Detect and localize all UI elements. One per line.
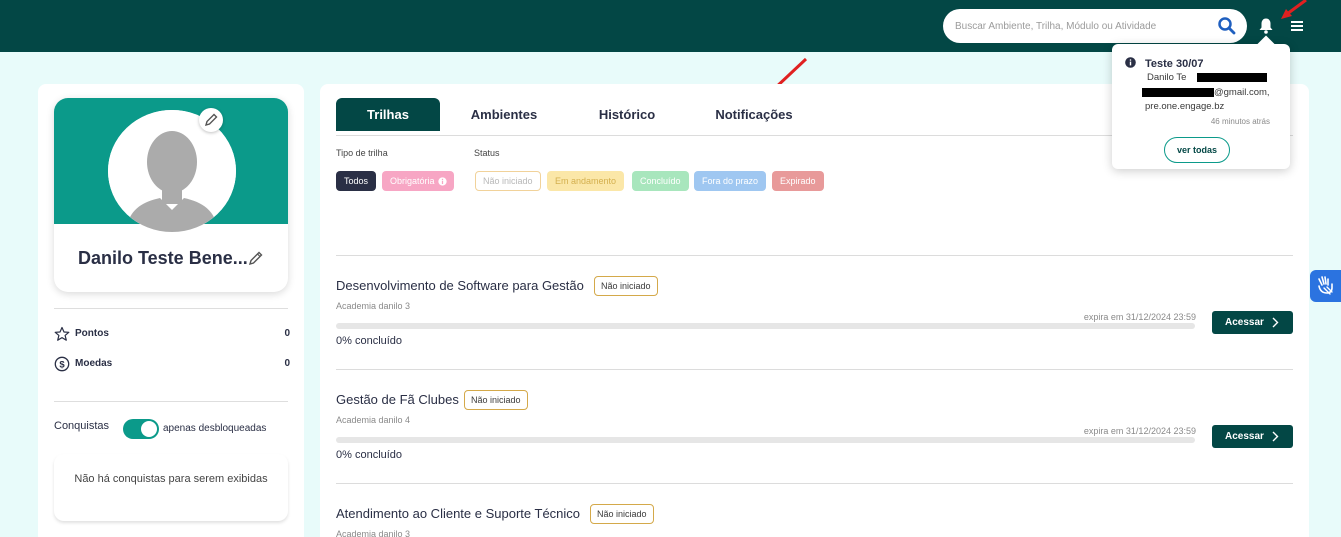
trail-type-title: Tipo de trilha xyxy=(336,148,388,158)
access-button-label: Acessar xyxy=(1225,317,1264,328)
chevron-right-icon xyxy=(1272,431,1279,442)
progress-label: 0% concluído xyxy=(336,335,403,347)
dollar-coin-icon: $ xyxy=(54,356,70,372)
chevron-right-icon xyxy=(1272,317,1279,328)
star-icon xyxy=(54,326,70,341)
filter-chip-em-andamento[interactable]: Em andamento xyxy=(547,171,625,191)
notification-text: pre.one.engage.bz xyxy=(1145,101,1225,112)
redacted-block xyxy=(1197,73,1267,82)
see-all-button[interactable]: ver todas xyxy=(1164,137,1230,163)
access-button[interactable]: Acessar xyxy=(1212,311,1293,334)
svg-text:$: $ xyxy=(59,360,65,371)
achievements-empty-message: Não há conquistas para serem exibidas xyxy=(74,473,268,485)
filter-chip-concluido[interactable]: Concluído xyxy=(632,171,689,191)
course-item: Gestão de Fã Clubes Não iniciado Academi… xyxy=(336,384,1293,494)
profile-sidebar: Danilo Teste Bene... Pontos 0 $ Moedas 0… xyxy=(38,84,304,537)
sign-language-icon xyxy=(1318,276,1333,295)
course-title[interactable]: Gestão de Fã Clubes xyxy=(336,392,459,407)
course-expiry: expira em 31/12/2024 23:59 xyxy=(1083,426,1196,436)
search-icon[interactable] xyxy=(1217,16,1237,36)
access-button[interactable]: Acessar xyxy=(1212,425,1293,448)
course-academy: Academia danilo 4 xyxy=(336,415,411,425)
course-academy: Academia danilo 3 xyxy=(336,301,411,311)
tab-notificacoes[interactable]: Notificações xyxy=(706,98,802,131)
course-academy: Academia danilo 3 xyxy=(336,529,411,537)
notification-title: Teste 30/07 xyxy=(1145,58,1204,70)
notification-time: 46 minutos atrás xyxy=(1210,117,1270,126)
filter-chip-expirado[interactable]: Expirado xyxy=(772,171,824,191)
filter-chip-todos[interactable]: Todos xyxy=(336,171,377,191)
stat-row-coins: $ Moedas 0 xyxy=(54,354,290,374)
status-title: Status xyxy=(474,148,500,158)
progress-bar xyxy=(336,437,1195,443)
divider xyxy=(336,255,1293,256)
divider xyxy=(336,483,1293,484)
pencil-icon xyxy=(204,113,218,127)
course-title[interactable]: Desenvolvimento de Software para Gestão xyxy=(336,278,584,293)
coins-label: Moedas xyxy=(75,358,113,369)
divider xyxy=(54,308,288,309)
edit-avatar-button[interactable] xyxy=(199,108,223,132)
notification-text: @gmail.com, xyxy=(1214,87,1270,98)
accessibility-widget[interactable] xyxy=(1310,270,1341,302)
bell-icon[interactable] xyxy=(1258,17,1274,35)
course-item: Desenvolvimento de Software para Gestão … xyxy=(336,270,1293,380)
profile-name: Danilo Teste Bene... xyxy=(78,248,248,268)
info-icon xyxy=(437,177,447,186)
course-expiry: expira em 31/12/2024 23:59 xyxy=(1083,312,1196,322)
access-button-label: Acessar xyxy=(1225,431,1264,442)
points-label: Pontos xyxy=(75,328,109,339)
unlocked-only-toggle[interactable] xyxy=(123,419,159,439)
stat-row-points: Pontos 0 xyxy=(54,324,290,344)
search-bar[interactable] xyxy=(943,9,1247,43)
coins-value: 0 xyxy=(284,358,290,369)
course-item: Atendimento ao Cliente e Suporte Técnico… xyxy=(336,498,1293,537)
status-badge: Não iniciado xyxy=(590,504,654,524)
tab-trilhas[interactable]: Trilhas xyxy=(336,98,440,131)
toggle-knob xyxy=(141,421,157,437)
progress-label: 0% concluído xyxy=(336,449,403,461)
achievements-label: Conquistas xyxy=(54,420,110,432)
divider xyxy=(336,369,1293,370)
profile-card: Danilo Teste Bene... xyxy=(54,98,288,292)
notification-text: Danilo Te xyxy=(1147,72,1187,83)
redacted-block xyxy=(1142,88,1214,97)
filter-chip-obrigatoria[interactable]: Obrigatória xyxy=(382,171,454,191)
info-icon xyxy=(1125,57,1136,68)
filter-chip-nao-iniciado[interactable]: Não iniciado xyxy=(475,171,541,191)
search-input[interactable] xyxy=(955,17,1210,35)
annotation-arrow-icon xyxy=(1281,0,1307,19)
chip-label: Obrigatória xyxy=(390,176,435,186)
progress-bar xyxy=(336,323,1195,329)
edit-name-pencil-icon[interactable] xyxy=(248,250,264,266)
course-title[interactable]: Atendimento ao Cliente e Suporte Técnico xyxy=(336,506,580,521)
points-value: 0 xyxy=(284,328,290,339)
toggle-label: apenas desbloqueadas xyxy=(163,423,267,434)
status-badge: Não iniciado xyxy=(594,276,658,296)
notification-popup: Teste 30/07 Danilo Te @gmail.com, pre.on… xyxy=(1112,35,1290,169)
divider xyxy=(54,401,288,402)
achievements-box xyxy=(54,454,288,521)
tab-historico[interactable]: Histórico xyxy=(584,98,670,131)
filter-chip-fora-do-prazo[interactable]: Fora do prazo xyxy=(694,171,767,191)
tab-ambientes[interactable]: Ambientes xyxy=(456,98,552,131)
status-badge: Não iniciado xyxy=(464,390,528,410)
